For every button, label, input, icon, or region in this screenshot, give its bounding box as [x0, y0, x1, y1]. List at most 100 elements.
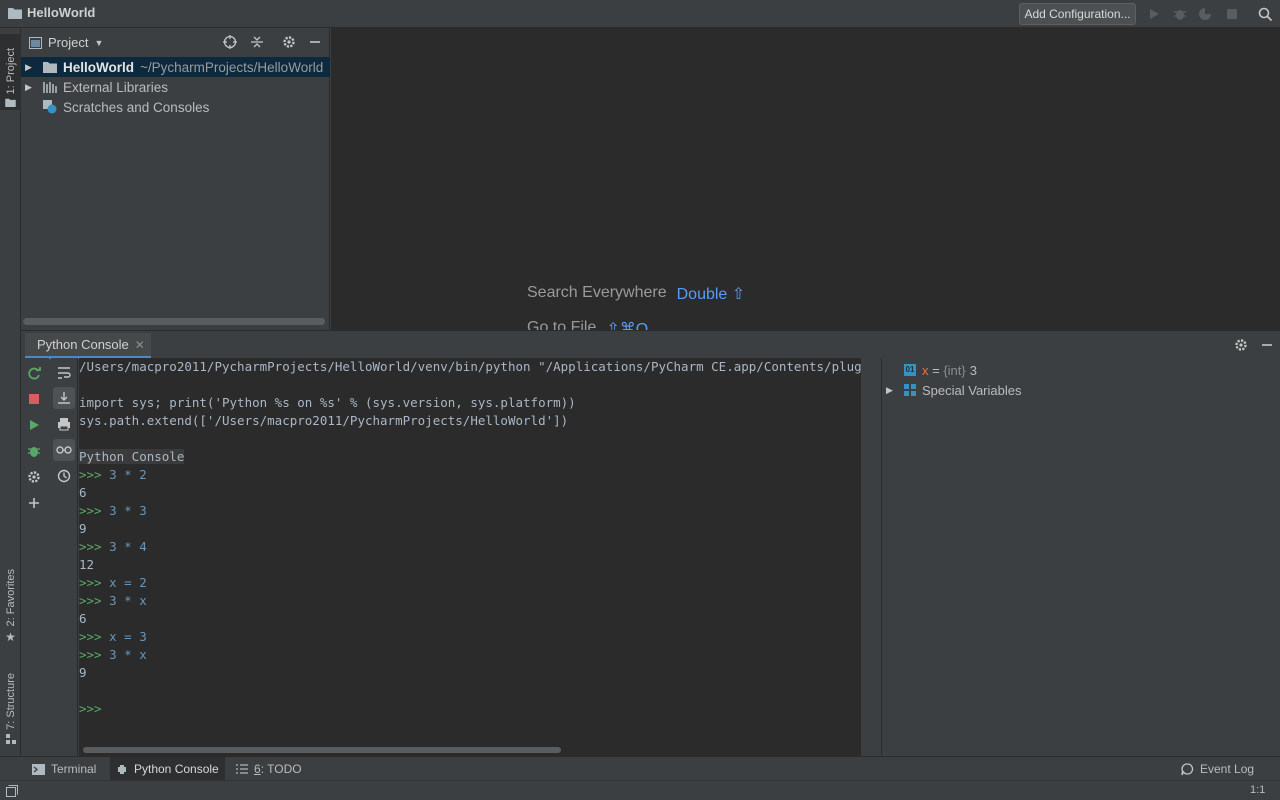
print-icon[interactable] — [53, 413, 75, 435]
variables-view: 01 x = {int} 3 ▶ Special Variables — [882, 358, 1280, 756]
console-horizontal-scrollbar[interactable] — [79, 743, 861, 756]
console-active-prompt[interactable]: >>> — [79, 700, 102, 718]
tree-item-helloworld[interactable]: ▶ HelloWorld ~/PycharmProjects/HelloWorl… — [21, 57, 330, 77]
console-tool-window-header: Python Console ✕ — [21, 330, 1280, 359]
project-view-selector[interactable]: Project ▼ — [29, 35, 103, 50]
minimize-icon[interactable] — [307, 34, 323, 50]
close-icon[interactable]: ✕ — [135, 338, 145, 352]
console-line-0: /Users/macpro2011/PycharmProjects/HelloW… — [79, 358, 861, 376]
favorites-tool-tab[interactable]: 2: Favorites ★ — [0, 568, 21, 648]
variable-icon: 01 — [904, 364, 916, 376]
folder-icon — [8, 7, 22, 19]
console-line-2: import sys; print('Python %s on %s' % (s… — [79, 394, 576, 412]
search-everywhere-hint: Search Everywhere Double ⇧ — [527, 284, 745, 304]
expand-arrow-icon[interactable]: ▶ — [886, 385, 900, 396]
bottom-tool-window-bar: Terminal Python Console 6: TODO Event Lo… — [0, 756, 1280, 781]
scrollbar-thumb[interactable] — [83, 747, 561, 753]
console-output[interactable]: /Users/macpro2011/PycharmProjects/HelloW… — [79, 358, 861, 743]
tab-label: 6: TODO — [254, 762, 302, 776]
add-configuration-button[interactable]: Add Configuration... — [1019, 3, 1136, 25]
console-prompt: >>> — [79, 647, 102, 662]
console-input: 3 * 4 — [109, 539, 147, 554]
project-name: HelloWorld — [27, 5, 96, 20]
editor-empty-area[interactable]: Search Everywhere Double ⇧ Go to File ⇧⌘… — [331, 28, 1280, 330]
hint-shortcut: Double ⇧ — [676, 286, 746, 303]
debug-icon[interactable] — [23, 440, 45, 462]
horizontal-scrollbar[interactable] — [23, 318, 325, 325]
add-icon[interactable] — [23, 492, 45, 514]
console-text: import sys; print('Python %s on %s' % (s… — [79, 395, 576, 410]
locate-icon[interactable] — [222, 34, 238, 50]
gear-icon[interactable] — [1233, 337, 1249, 353]
console-input-line: >>> 3 * x — [79, 646, 147, 664]
expand-arrow-icon[interactable]: ▶ — [25, 62, 37, 73]
stop-icon[interactable] — [23, 388, 45, 410]
todo-tab[interactable]: 6: TODO — [230, 757, 308, 781]
variable-name: Special Variables — [922, 382, 1022, 398]
tree-item-label: Scratches and Consoles — [63, 99, 210, 115]
tree-item-scratches[interactable]: Scratches and Consoles — [21, 97, 330, 117]
tab-label: Python Console — [37, 337, 129, 352]
favorites-tool-tab-label: 2: Favorites — [4, 568, 17, 626]
console-input-line: >>> 3 * 4 — [79, 538, 147, 556]
console-input: x = 2 — [109, 575, 147, 590]
tab-label: Python Console — [134, 762, 219, 776]
left-tool-stripe: 1: Project 2: Favorites ★ 7: Structure — [0, 28, 21, 756]
structure-tool-tab[interactable]: 7: Structure — [0, 668, 21, 748]
tool-windows-toggle-icon[interactable] — [6, 785, 18, 800]
console-output-line: 9 — [79, 664, 87, 682]
scratches-icon — [43, 100, 57, 114]
console-input-line: >>> x = 2 — [79, 574, 147, 592]
console-banner: Python Console — [79, 448, 185, 466]
python-icon — [118, 765, 126, 774]
console-output-line: 6 — [79, 610, 87, 628]
console-banner-text: Python Console — [79, 449, 185, 464]
console-prompt: >>> — [79, 467, 102, 482]
tree-item-path: ~/PycharmProjects/HelloWorld — [140, 59, 324, 75]
project-tool-tab-label: 1: Project — [4, 47, 17, 94]
settings-icon[interactable] — [23, 466, 45, 488]
console-input-line: >>> 3 * 2 — [79, 466, 147, 484]
tab-label: Terminal — [51, 762, 97, 776]
variable-eq: = — [928, 362, 944, 378]
console-splitter[interactable] — [861, 358, 882, 756]
search-icon[interactable] — [1256, 5, 1274, 23]
scroll-to-end-icon[interactable] — [53, 387, 75, 409]
execute-icon[interactable] — [23, 414, 45, 436]
expand-arrow-icon[interactable]: ▶ — [25, 82, 37, 93]
tree-item-external-libraries[interactable]: ▶ External Libraries — [21, 77, 330, 97]
soft-wrap-icon[interactable] — [53, 362, 75, 384]
gear-icon[interactable] — [281, 34, 297, 50]
event-log-tab[interactable]: Event Log — [1175, 757, 1260, 781]
grid-icon — [904, 384, 916, 396]
special-variables-row[interactable]: ▶ Special Variables — [886, 380, 1021, 400]
project-tool-tab[interactable]: 1: Project — [0, 34, 21, 110]
project-panel: Project ▼ ▶ HelloWorld ~/PycharmProjects… — [21, 28, 330, 330]
project-view-icon — [29, 36, 42, 49]
debug-icon[interactable] — [1172, 6, 1188, 22]
run-icon[interactable] — [1146, 6, 1162, 22]
console-view-toolbar — [51, 358, 78, 756]
project-panel-header: Project ▼ — [21, 28, 330, 56]
show-variables-icon[interactable] — [53, 439, 75, 461]
coverage-icon[interactable] — [1197, 6, 1213, 22]
structure-icon — [5, 734, 16, 744]
console-result: 12 — [79, 557, 95, 572]
python-console-tab[interactable]: Python Console ✕ — [25, 333, 151, 359]
collapse-all-icon[interactable] — [249, 34, 265, 50]
caret-position[interactable]: 1:1 — [1250, 784, 1265, 796]
python-console-bottom-tab[interactable]: Python Console — [110, 757, 225, 781]
console-output-line: 12 — [79, 556, 94, 574]
console-input-line: >>> 3 * x — [79, 592, 147, 610]
hint-label: Search Everywhere — [527, 284, 667, 301]
navigation-bar: HelloWorld Add Configuration... — [0, 0, 1280, 28]
minimize-icon[interactable] — [1259, 337, 1275, 353]
breadcrumb[interactable]: HelloWorld — [8, 5, 95, 20]
history-icon[interactable] — [53, 465, 75, 487]
variable-row-x[interactable]: 01 x = {int} 3 — [904, 360, 977, 380]
variable-value: 3 — [969, 362, 977, 378]
terminal-tab[interactable]: Terminal — [26, 757, 102, 781]
console-input: 3 * x — [109, 593, 147, 608]
rerun-icon[interactable] — [23, 363, 45, 385]
stop-icon[interactable] — [1224, 6, 1240, 22]
